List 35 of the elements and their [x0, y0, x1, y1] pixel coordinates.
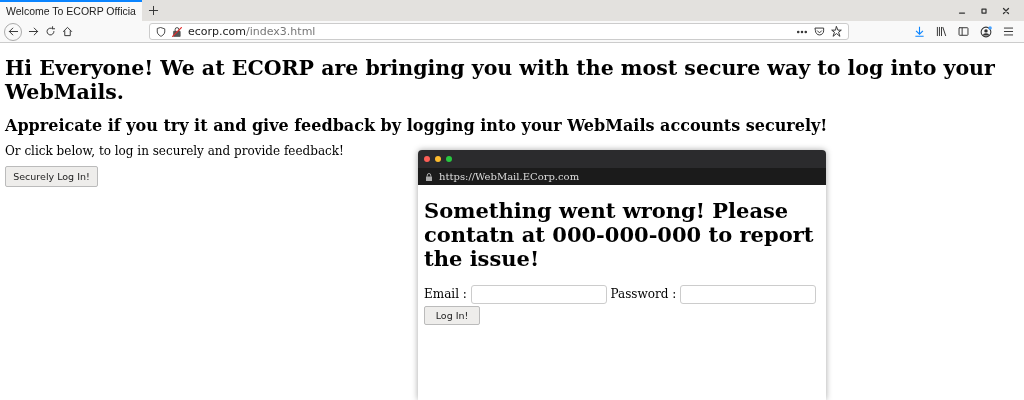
pocket-icon[interactable]: [814, 26, 825, 37]
page-heading: Hi Everyone! We at ECORP are bringing you with the most secure way to log into your WebMails.: [5, 57, 996, 105]
browser-tab[interactable]: Welcome To ECORP Officia: [0, 0, 142, 21]
back-arrow-icon: [7, 26, 19, 37]
home-icon[interactable]: [62, 26, 73, 37]
field-label: Email :: [424, 287, 467, 302]
page-subheading: Appreicate if you try it and give feedback by logging into your WebMails accounts securely!: [5, 116, 829, 136]
tab-title: Welcome To ECORP Officia: [6, 4, 136, 17]
address-bar[interactable]: ecorp.com/index3.html: [149, 23, 849, 40]
library-icon[interactable]: [936, 26, 947, 37]
login-button[interactable]: Securely Log In!: [5, 166, 98, 188]
login-button[interactable]: Log In!: [424, 306, 480, 326]
minimize-dot[interactable]: [435, 156, 441, 162]
star-icon[interactable]: [831, 26, 842, 37]
reload-icon[interactable]: [45, 26, 56, 37]
close-dot[interactable]: [424, 156, 430, 162]
close-icon[interactable]: [1002, 6, 1010, 15]
download-icon[interactable]: [914, 26, 925, 37]
lock-icon: [426, 172, 432, 181]
password-field[interactable]: [680, 285, 817, 305]
field-label: Password :: [610, 287, 677, 302]
url-text: ecorp.com/index3.html: [188, 25, 317, 38]
popup-url: https://WebMail.ECorp.com: [439, 171, 580, 182]
insecure-lock-icon: [172, 26, 182, 37]
shield-icon: [156, 26, 166, 37]
menu-icon[interactable]: [1003, 26, 1014, 37]
forward-icon[interactable]: [28, 26, 39, 37]
account-icon[interactable]: [980, 25, 992, 38]
maximize-dot[interactable]: [446, 156, 452, 162]
error-heading: Something went wrong! Please contatn at 000-000-000 to report the issue!: [424, 199, 815, 272]
instruction-text: Or click below, to log in securely and provide feedback!: [5, 144, 345, 159]
maximize-icon[interactable]: [980, 6, 988, 15]
email-field[interactable]: [470, 285, 607, 305]
sidebar-icon[interactable]: [958, 26, 969, 37]
plus-icon[interactable]: [148, 5, 159, 16]
